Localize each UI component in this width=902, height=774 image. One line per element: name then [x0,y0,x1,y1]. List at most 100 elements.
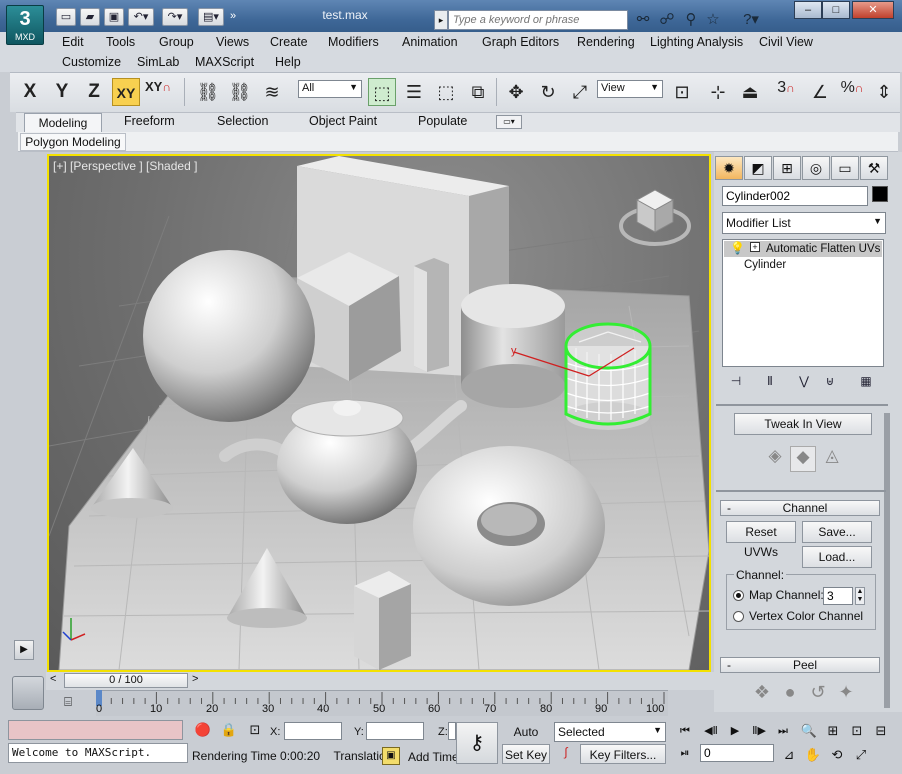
align-uv-icon[interactable]: ◬ [820,446,844,470]
save-icon[interactable]: ▣ [104,8,124,26]
menu-simlab[interactable]: SimLab [137,55,179,69]
next-frame-icon[interactable]: Ⅱ▶ [750,722,768,740]
select-and-manipulate-icon[interactable]: ⊹ [704,78,732,106]
expand-plus-icon[interactable]: + [750,242,760,252]
maxscript-listener-input[interactable] [8,720,183,740]
add-time-tag-button[interactable]: Add Time [408,750,459,764]
new-file-icon[interactable]: ▭ [56,8,76,26]
configure-modifier-sets-icon[interactable]: ▦ [856,371,876,391]
snaps-toggle-button[interactable]: 3∩ [772,78,800,106]
map-channel-input[interactable] [823,587,853,605]
menu-graph-editors[interactable]: Graph Editors [482,35,559,49]
key-set-dropdown[interactable]: Selected ▼ [554,722,666,742]
reset-uvws-button[interactable]: Reset UVWs [726,521,796,559]
menu-views[interactable]: Views [216,35,249,49]
reference-coordinate-dropdown[interactable]: View ▼ [597,80,663,98]
current-frame-input[interactable] [700,744,774,762]
axis-z-button[interactable]: Z [80,78,108,106]
menu-edit[interactable]: Edit [62,35,84,49]
quick-peel-icon[interactable]: ❖ [750,682,774,706]
help-icon[interactable]: ?▾ [736,9,766,31]
display-panel-icon[interactable]: ▭ [831,156,859,180]
undo-icon[interactable]: ↶▾ [128,8,154,26]
keyboard-shortcut-override-icon[interactable]: ⏏ [736,78,764,106]
application-button[interactable]: 3 MXD [6,5,44,45]
save-button[interactable]: Save... [802,521,872,543]
absolute-offset-mode-icon[interactable]: ⊡ [246,722,264,740]
bind-to-space-warp-icon[interactable]: ≋ [258,78,286,106]
zoom-extents-all-icon[interactable]: ⊟ [872,722,890,740]
menu-group[interactable]: Group [159,35,194,49]
previous-frame-icon[interactable]: ◀Ⅱ [702,722,720,740]
stack-item-cylinder[interactable]: Cylinder [744,259,786,271]
spinner-snap-icon[interactable]: ⇕ [870,78,898,106]
zoom-extents-icon[interactable]: ⊡ [848,722,866,740]
vertex-color-radio[interactable] [733,611,744,622]
x-coord-input[interactable] [284,722,342,740]
time-slider-prev[interactable]: < [50,673,56,685]
tab-modeling[interactable]: Modeling [24,113,102,133]
view-cube[interactable] [619,189,691,246]
menu-tools[interactable]: Tools [106,35,135,49]
select-by-name-icon[interactable]: ☰ [400,78,428,106]
tab-selection[interactable]: Selection [217,114,268,128]
pin-stack-icon[interactable]: ⊣ [726,371,746,391]
search-arrow-icon[interactable]: ▸ [434,10,448,30]
rectangular-selection-icon[interactable]: ⬚ [432,78,460,106]
select-and-move-icon[interactable]: ✥ [502,78,530,106]
maxscript-mini-listener-button[interactable] [12,676,44,710]
window-crossing-icon[interactable]: ⧉ [464,78,492,106]
axis-y-button[interactable]: Y [48,78,76,106]
y-coord-input[interactable] [366,722,424,740]
viewport-layout-arrow-icon[interactable]: ▶ [14,640,34,660]
menu-help[interactable]: Help [275,55,301,69]
lightbulb-icon[interactable]: 💡 [730,241,745,255]
make-unique-icon[interactable]: ⋁ [794,371,814,391]
motion-panel-icon[interactable]: ◎ [802,156,830,180]
axis-x-button[interactable]: X [16,78,44,106]
axis-xy-cycle-button[interactable]: XY∩ [144,78,172,106]
quick-access-overflow-icon[interactable]: » [226,8,240,26]
channel-rollout-header[interactable]: - Channel [720,500,880,516]
peel-mode-icon[interactable]: ● [778,682,802,706]
binoculars-icon[interactable]: ⚯ [632,9,654,31]
pelt-map-icon[interactable]: ✦ [834,682,858,706]
modifier-list-dropdown[interactable]: Modifier List ▼ [722,212,886,234]
stack-item-automatic-flatten-uvs[interactable]: Automatic Flatten UVs [724,241,882,257]
object-name-field[interactable] [722,186,868,206]
communication-center-icon[interactable]: ☍ [656,9,678,31]
command-panel-scrollbar[interactable] [884,413,890,708]
tab-freeform[interactable]: Freeform [124,114,175,128]
auto-key-button[interactable]: Auto Key [502,722,550,759]
unlink-icon[interactable]: ⛓ [226,78,254,106]
zoom-icon[interactable]: 🔍 [800,722,818,740]
set-keys-key-icon[interactable]: ⚷ [456,722,498,764]
map-channel-spinner[interactable]: ▲ ▼ [855,587,865,605]
flatten-uv-icon[interactable]: ◆ [790,446,816,472]
time-slider[interactable]: 0 / 100 [64,673,188,688]
maximize-viewport-icon[interactable]: ⤢ [852,746,870,764]
maximize-button[interactable]: □ [822,1,850,19]
create-panel-icon[interactable]: ✹ [715,156,743,180]
axis-xy-button[interactable]: XY [112,78,140,106]
set-key-button[interactable]: Set Key [502,744,550,764]
zoom-all-icon[interactable]: ⊞ [824,722,842,740]
unfold-uv-icon[interactable]: ◈ [764,446,786,468]
z-coord-input[interactable] [448,722,456,740]
remove-modifier-icon[interactable]: ⊎ [820,371,840,391]
menu-customize[interactable]: Customize [62,55,121,69]
select-and-scale-icon[interactable]: ⤢ [566,78,594,106]
object-color-swatch[interactable] [872,186,888,202]
favorites-star-icon[interactable]: ☆ [702,9,724,31]
peel-rollout-header[interactable]: - Peel [720,657,880,673]
field-of-view-icon[interactable]: ⊿ [780,746,798,764]
menu-modifiers[interactable]: Modifiers [328,35,379,49]
key-mode-toggle-icon[interactable]: ⏯ [676,744,694,762]
tweak-in-view-button[interactable]: Tweak In View [734,413,872,435]
play-icon[interactable]: ▶ [726,722,744,740]
show-end-result-icon[interactable]: Ⅱ [760,371,780,391]
load-button[interactable]: Load... [802,546,872,568]
time-slider-next[interactable]: > [192,673,198,685]
satellite-icon[interactable]: ⚲ [680,9,702,31]
tab-object-paint[interactable]: Object Paint [309,114,377,128]
